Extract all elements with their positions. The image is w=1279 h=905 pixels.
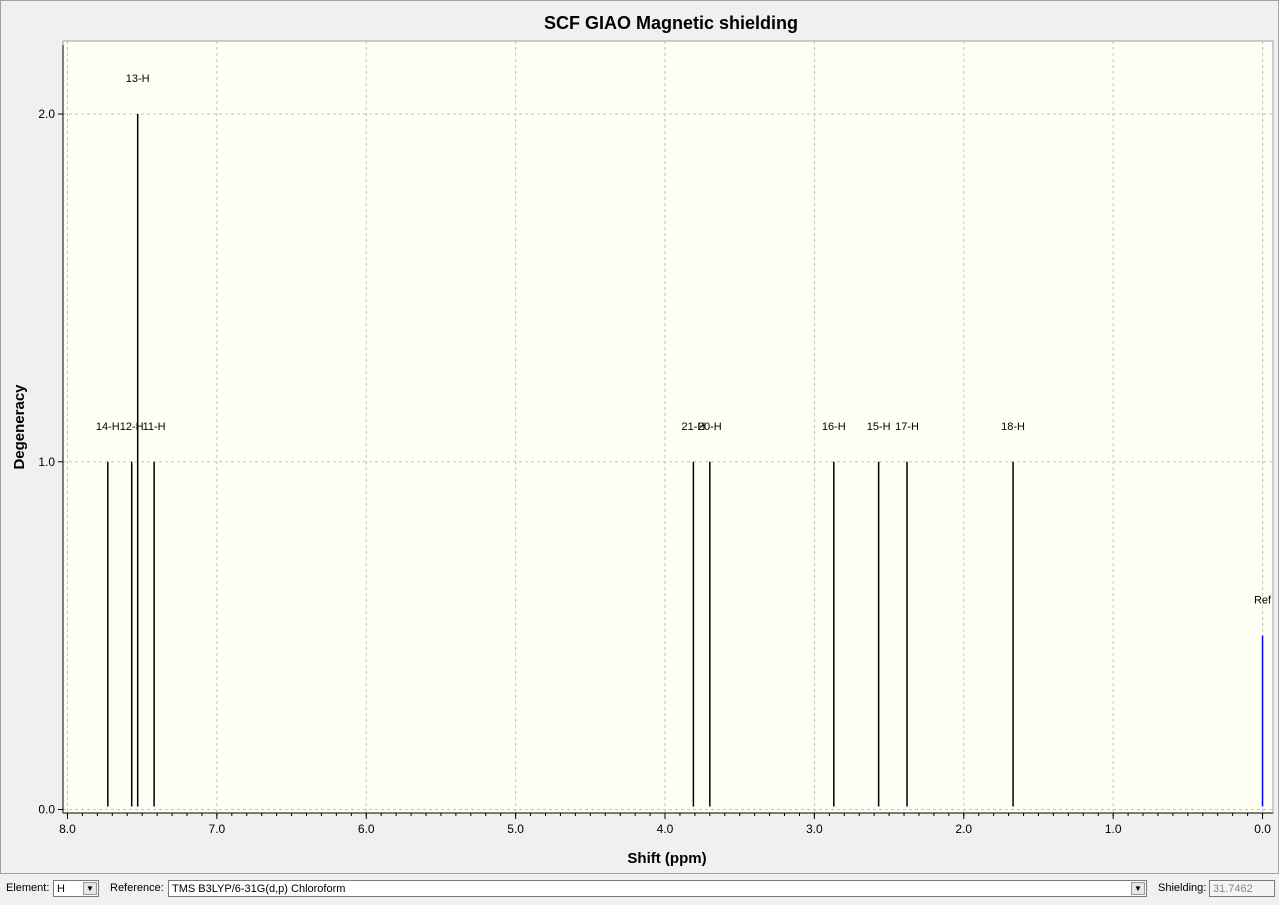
peak-label: Ref — [1254, 595, 1272, 607]
x-tick-label: 4.0 — [657, 822, 674, 836]
element-select[interactable]: H ▼ — [53, 880, 99, 897]
reference-select[interactable]: TMS B3LYP/6-31G(d,p) Chloroform ▼ — [168, 880, 1147, 897]
reference-label: Reference: — [110, 882, 164, 894]
peak-label: 16-H — [822, 421, 846, 433]
x-tick-label: 0.0 — [1254, 822, 1271, 836]
plot-area — [62, 40, 1274, 814]
nmr-spectrum-chart: SCF GIAO Magnetic shielding 14-H 12-H 13-H… — [0, 0, 1279, 874]
peak-label: 14-H — [96, 421, 120, 433]
y-tick-label: 0.0 — [38, 803, 55, 817]
element-label: Element: — [6, 882, 50, 894]
peak-label: 18-H — [1001, 421, 1025, 433]
x-tick-label: 2.0 — [955, 822, 972, 836]
x-axis-label: Shift (ppm) — [627, 850, 706, 867]
x-tick-label: 7.0 — [209, 822, 226, 836]
chart-title: SCF GIAO Magnetic shielding — [544, 13, 798, 33]
x-tick-label: 5.0 — [507, 822, 524, 836]
chevron-down-icon[interactable]: ▼ — [1131, 882, 1145, 895]
shielding-label: Shielding: — [1158, 882, 1207, 894]
x-tick-label: 8.0 — [59, 822, 76, 836]
peak-label: 13-H — [126, 73, 150, 85]
x-tick-label: 1.0 — [1105, 822, 1122, 836]
y-axis-label: Degeneracy — [11, 384, 28, 470]
controls-bar: Element: H ▼ Reference: TMS B3LYP/6-31G(d… — [0, 874, 1279, 905]
shielding-field: 31.7462 — [1209, 880, 1275, 897]
chevron-down-icon[interactable]: ▼ — [83, 882, 97, 895]
x-tick-label: 3.0 — [806, 822, 823, 836]
y-tick-label: 2.0 — [38, 107, 55, 121]
y-tick-label: 1.0 — [38, 455, 55, 469]
peak-label: 17-H — [895, 421, 919, 433]
peak-label: 11-H — [143, 421, 166, 433]
peak-label: 15-H — [867, 421, 891, 433]
reference-value: TMS B3LYP/6-31G(d,p) Chloroform — [172, 883, 346, 895]
peak-label: 12-H — [120, 421, 144, 433]
x-tick-label: 6.0 — [358, 822, 375, 836]
element-value: H — [57, 883, 65, 895]
peak-label: 20-H — [698, 421, 722, 433]
